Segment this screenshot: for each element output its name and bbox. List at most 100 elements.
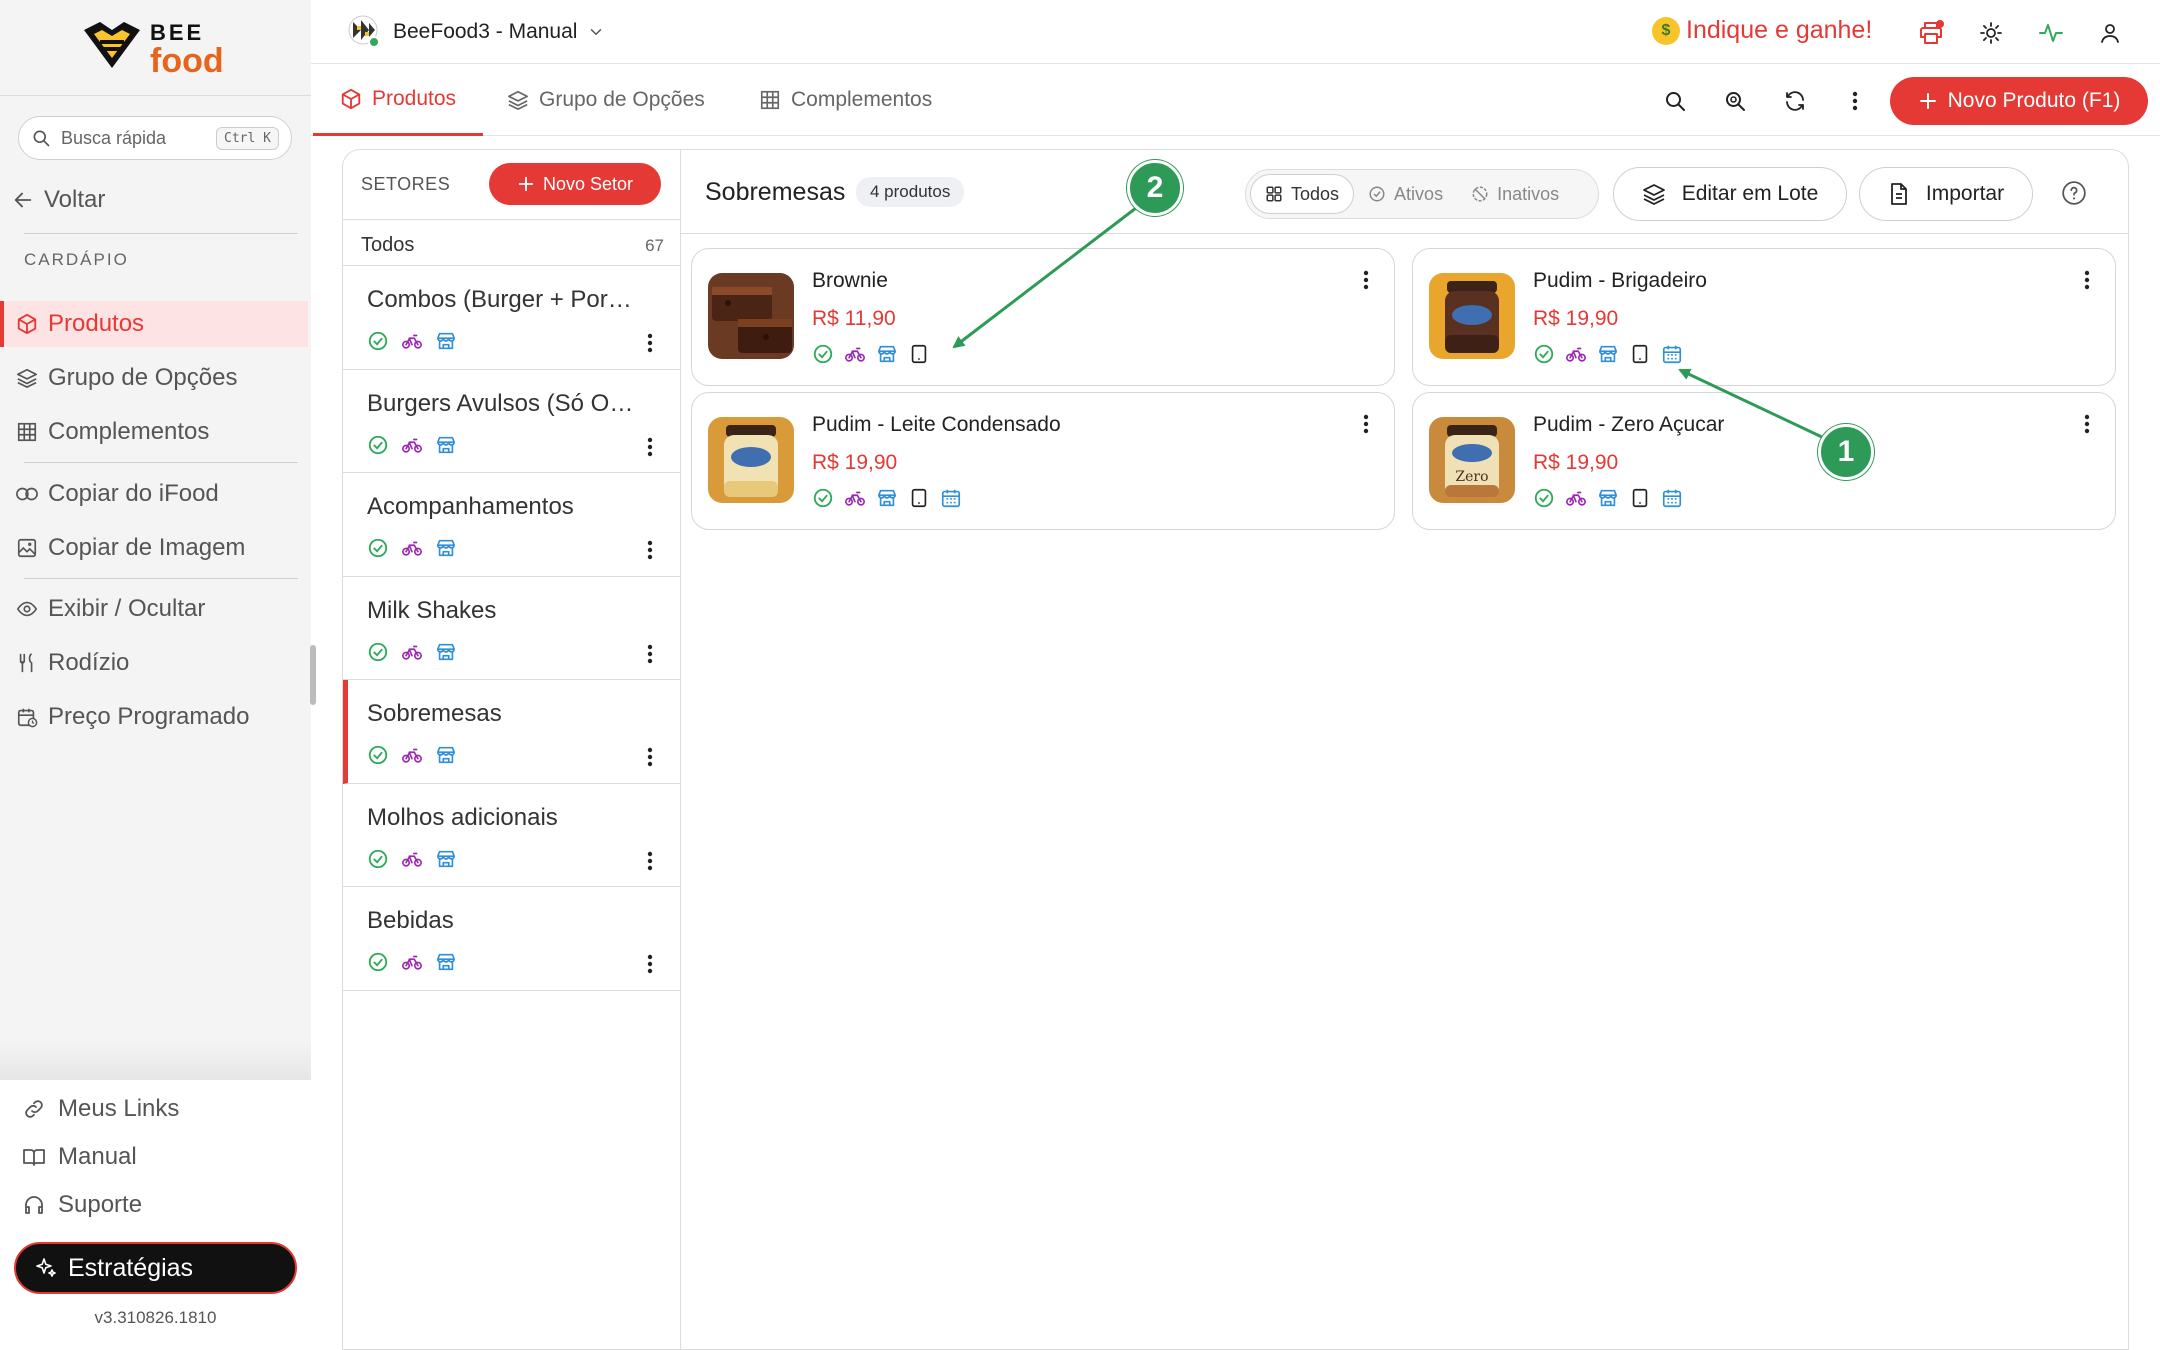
filter-ativos[interactable]: Ativos <box>1354 174 1457 214</box>
sector-item[interactable]: Bebidas <box>343 887 680 991</box>
headset-icon <box>22 1193 48 1217</box>
sector-item[interactable]: Molhos adicionais <box>343 784 680 887</box>
layers-icon <box>14 365 40 391</box>
back-link[interactable]: Voltar <box>12 186 105 214</box>
check-circle-icon <box>368 435 388 454</box>
layers-icon <box>508 90 528 110</box>
more-vertical-icon <box>2084 270 2090 290</box>
more-vertical-icon <box>647 540 653 560</box>
more-options-button[interactable] <box>1840 86 1870 116</box>
referral-link[interactable]: $ Indique e ganhe! <box>1652 16 1872 45</box>
sidebar-item-label: Preço Programado <box>48 703 250 730</box>
refresh-button[interactable] <box>1780 86 1810 116</box>
sector-channel-icons <box>367 537 457 559</box>
search-button[interactable] <box>1660 86 1690 116</box>
sidebar-resize-handle[interactable] <box>310 645 316 705</box>
strategies-button[interactable]: Estratégias <box>14 1242 297 1294</box>
sector-item[interactable]: Combos (Burger + Porção) <box>343 266 680 370</box>
tab-produtos[interactable]: Produtos <box>313 64 483 136</box>
sidebar-item-rodizio[interactable]: Rodízio <box>0 640 308 686</box>
product-count-badge: 4 produtos <box>856 177 965 207</box>
profile-button[interactable] <box>2095 18 2125 48</box>
version-text: v3.310826.1810 <box>94 1308 217 1327</box>
sector-menu-button[interactable] <box>646 953 654 975</box>
activity-button[interactable] <box>2036 18 2066 48</box>
sector-item[interactable]: Milk Shakes <box>343 577 680 680</box>
sector-item[interactable]: Acompanhamentos <box>343 473 680 577</box>
sidebar-item-complementos[interactable]: Complementos <box>0 409 308 455</box>
grid-icon <box>14 419 40 445</box>
sector-item[interactable]: Burgers Avulsos (Só O Burger) <box>343 370 680 473</box>
product-image: Zero <box>1429 417 1515 503</box>
top-bar: BeeFood3 - Manual $ Indique e ganhe! <box>311 0 2160 64</box>
check-circle-icon <box>368 538 388 558</box>
tab-complementos[interactable]: Complementos <box>759 64 932 136</box>
sector-item[interactable]: Sobremesas <box>343 680 680 784</box>
filter-todos[interactable]: Todos <box>1250 174 1355 214</box>
product-name: Pudim - Brigadeiro <box>1533 269 1707 292</box>
more-vertical-icon <box>647 437 653 456</box>
grid-icon <box>760 90 780 110</box>
printer-button[interactable] <box>1917 18 1947 48</box>
sidebar: BEE food Busca rápida Ctrl K Voltar CARD… <box>0 0 311 1350</box>
sector-menu-button[interactable] <box>646 850 654 872</box>
annotation-badge-1: 1 <box>1818 424 1874 480</box>
check-circle-icon <box>368 849 388 868</box>
plus-icon <box>1919 93 1936 109</box>
sidebar-item-exibir-ocultar[interactable]: Exibir / Ocultar <box>0 586 308 632</box>
box-icon <box>14 311 40 337</box>
sector-title: Sobremesas <box>705 178 846 206</box>
divider <box>24 578 298 579</box>
product-menu-button[interactable] <box>2083 269 2091 291</box>
sidebar-item-grupo-opcoes[interactable]: Grupo de Opções <box>0 355 308 401</box>
beefood-logo[interactable]: BEE food <box>80 18 240 80</box>
store-icon <box>1598 489 1618 507</box>
plus-icon <box>518 176 534 192</box>
product-menu-button[interactable] <box>2083 413 2091 435</box>
money-face-icon: $ <box>1652 16 1680 45</box>
theme-toggle[interactable] <box>1976 18 2006 48</box>
check-circle-icon <box>368 331 388 351</box>
sidebar-item-copiar-imagem[interactable]: Copiar de Imagem <box>0 525 308 571</box>
filter-inativos[interactable]: Inativos <box>1457 174 1573 214</box>
check-circle-icon <box>813 488 833 508</box>
new-product-button[interactable]: Novo Produto (F1) <box>1890 77 2148 125</box>
grid-icon <box>1266 186 1282 202</box>
product-image <box>708 273 794 359</box>
product-menu-button[interactable] <box>1362 413 1370 435</box>
pudding-jar-photo <box>1429 273 1515 359</box>
check-circle-icon <box>368 745 388 765</box>
sidebar-item-produtos[interactable]: Produtos <box>0 301 308 347</box>
product-card[interactable]: Zero Pudim - Zero Açucar R$ 19,90 <box>1412 392 2116 530</box>
zoom-button[interactable] <box>1720 86 1750 116</box>
store-avatar-icon <box>348 15 380 48</box>
product-card[interactable]: Brownie R$ 11,90 <box>691 248 1395 386</box>
footer-link-meus-links[interactable]: Meus Links <box>22 1095 179 1123</box>
import-button[interactable]: Importar <box>1859 167 2033 221</box>
footer-link-manual[interactable]: Manual <box>22 1143 137 1171</box>
more-vertical-icon <box>1852 91 1858 111</box>
sector-menu-button[interactable] <box>646 746 654 768</box>
store-selector[interactable]: BeeFood3 - Manual <box>347 14 605 50</box>
delivery-bike-icon <box>402 438 422 453</box>
new-sector-button[interactable]: Novo Setor <box>489 163 661 205</box>
batch-edit-button[interactable]: Editar em Lote <box>1613 167 1847 221</box>
quick-search[interactable]: Busca rápida Ctrl K <box>18 116 292 160</box>
tab-grupo-opcoes[interactable]: Grupo de Opções <box>507 64 705 136</box>
sector-channel-icons <box>367 848 457 870</box>
footer-link-suporte[interactable]: Suporte <box>22 1191 142 1219</box>
new-product-label: Novo Produto (F1) <box>1947 89 2121 112</box>
sector-menu-button[interactable] <box>646 332 654 354</box>
product-menu-button[interactable] <box>1362 269 1370 291</box>
sidebar-item-preco-programado[interactable]: Preço Programado <box>0 694 308 740</box>
sector-menu-button[interactable] <box>646 539 654 561</box>
sector-all[interactable]: Todos 67 <box>343 220 680 266</box>
product-card[interactable]: Pudim - Leite Condensado R$ 19,90 <box>691 392 1395 530</box>
help-button[interactable] <box>2061 180 2087 206</box>
sector-menu-button[interactable] <box>646 436 654 458</box>
sidebar-item-copiar-ifood[interactable]: Copiar do iFood <box>0 471 308 517</box>
search-icon <box>1666 92 1685 111</box>
strategies-label: Estratégias <box>68 1253 194 1282</box>
sector-menu-button[interactable] <box>646 643 654 665</box>
product-card[interactable]: Pudim - Brigadeiro R$ 19,90 <box>1412 248 2116 386</box>
